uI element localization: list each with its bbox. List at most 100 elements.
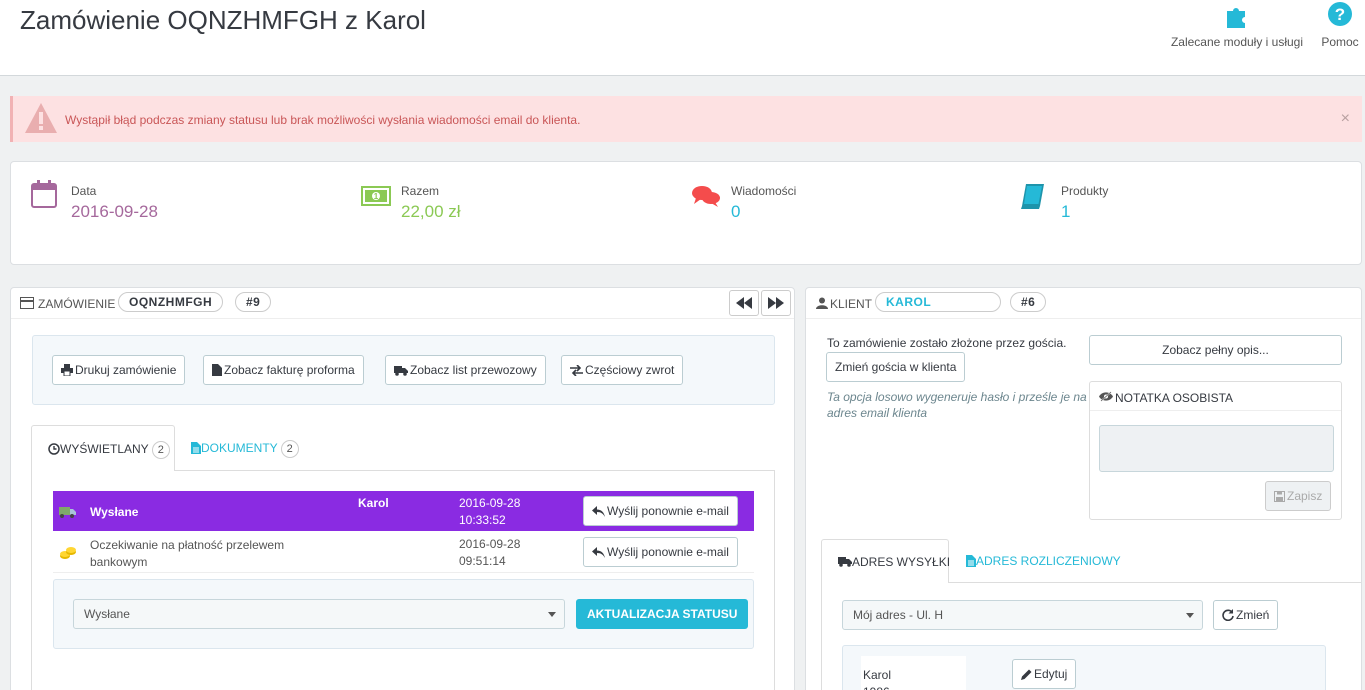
exchange-icon [570,364,583,377]
coins-icon [60,547,76,559]
svg-text:1: 1 [374,192,379,201]
tab-shipping-label: Adres wysyłki [852,555,951,569]
reply-icon [592,506,605,517]
alert-close-button[interactable]: × [1341,110,1350,128]
calendar-icon [31,180,57,208]
truck-icon [394,366,408,376]
document-icon [191,442,201,454]
next-order-button[interactable] [761,290,791,316]
order-status-select[interactable]: Wysłane [73,599,565,629]
print-order-label: Drukuj zamówienie [75,363,177,377]
partial-refund-button[interactable]: Częściowy zwrot [561,355,684,385]
tab-history[interactable]: Wyświetlany 2 [31,425,175,471]
private-note-panel: Notatka osobista Zapisz [1089,381,1342,520]
order-status-select-value: Wysłane [84,607,130,621]
chevron-down-icon [1186,613,1194,618]
edit-address-label: Edytuj [1034,667,1068,681]
convert-guest-button[interactable]: Zmień gościa w klienta [826,352,966,382]
history-row: Oczekiwanie na płatność przelewem bankow… [53,531,754,573]
order-panel: Zamówienie OQNZHMFGH #9 Drukuj zamówieni… [10,287,795,690]
tab-history-count: 2 [151,441,170,459]
tab-documents-count: 2 [280,440,299,458]
kpi-total-value: 22,00 zł [401,202,461,221]
customer-heading-label: Klient [830,297,873,311]
backward-icon [736,297,752,309]
error-alert: Wystąpił błąd podczas zmiany statusu lub… [10,96,1362,142]
print-order-button[interactable]: Drukuj zamówienie [52,355,186,385]
tab-shipping-content: Adres wysyłki [838,555,950,569]
history-status-name: Wysłane [90,505,139,519]
resend-email-button[interactable]: Wyślij ponownie e-mail [583,496,738,526]
kpi-date-label: Data [71,184,97,198]
file-icon [212,364,222,376]
address-select[interactable]: Mój adres - Ul. H [842,600,1203,630]
save-note-button[interactable]: Zapisz [1265,481,1332,511]
resend-email-button[interactable]: Wyślij ponownie e-mail [583,537,738,567]
private-note-heading: Notatka osobista [1090,382,1341,411]
document-icon [966,555,976,567]
guest-order-text: To zamówienie zostało złożone przez gośc… [827,336,1067,350]
update-status-button[interactable]: Aktualizacja statusu [576,599,749,629]
history-date: 2016-09-28 [459,537,521,551]
kpi-date-value: 2016-09-28 [71,202,158,221]
history-status-name: Oczekiwanie na płatność przelewem bankow… [90,538,285,569]
order-actions-well: Drukuj zamówienie Zobacz fakturę proform… [32,335,775,405]
page-header: Zamówienie OQNZHMFGH z Karol Zalecane mo… [0,0,1365,76]
recommended-modules-button[interactable]: Zalecane moduły i usługi [1162,0,1312,49]
address-name: Karol [863,668,892,682]
private-note-title: Notatka osobista [1115,391,1234,405]
book-icon [1021,184,1044,209]
tab-billing-content: Adres rozliczeniowy [966,554,1121,568]
delivery-slip-label: Zobacz list przewozowy [410,363,537,377]
save-icon [1274,491,1285,502]
refresh-icon [1222,609,1234,622]
alert-message: Wystąpił błąd podczas zmiany statusu lub… [65,113,581,127]
edit-address-button[interactable]: Edytuj [1012,659,1077,689]
private-note-textarea[interactable] [1099,425,1334,472]
money-icon: 1 [361,186,391,206]
tab-billing-label: Adres rozliczeniowy [976,554,1121,568]
customer-name-badge[interactable]: KAROL [875,292,1001,312]
help-icon: ? [1328,2,1352,26]
status-update-well: Wysłane Aktualizacja statusu [53,579,754,649]
address-text-block: Karol 1986 [861,656,966,690]
reply-icon [592,547,605,558]
chevron-down-icon [548,612,556,617]
order-id-badge: #9 [235,292,272,312]
clock-icon [48,443,60,455]
order-panel-heading: Zamówienie OQNZHMFGH #9 [11,288,794,319]
tab-shipping-address[interactable]: Adres wysyłki [821,539,950,583]
kpi-messages-value[interactable]: 0 [731,202,740,222]
recommended-modules-label: Zalecane moduły i usługi [1170,35,1304,49]
convert-guest-help: Ta opcja losowo wygeneruje hasło i prześ… [827,390,1087,420]
customer-panel-heading: Klient KAROL #6 [806,288,1361,319]
tab-billing-address[interactable]: Adres rozliczeniowy [966,554,1121,568]
change-address-label: Zmień [1236,608,1270,622]
resend-email-label: Wyślij ponownie e-mail [607,504,729,518]
tab-documents-label: Dokumenty [201,441,278,455]
address-line: 1986 [863,685,890,690]
order-heading-label: Zamówienie [38,297,116,311]
customer-id-badge: #6 [1010,292,1047,312]
customer-panel: Klient KAROL #6 To zamówienie zostało zł… [805,287,1362,690]
kpi-products-label: Produkty [1061,184,1109,198]
order-reference-badge: OQNZHMFGH [118,292,224,312]
warning-icon [25,103,57,133]
delivery-slip-button[interactable]: Zobacz list przewozowy [385,355,546,385]
tab-history-content: Wyświetlany 2 [48,441,170,459]
truck-icon [838,557,852,567]
tab-documents[interactable]: Dokumenty 2 [191,440,299,458]
history-time: 09:51:14 [459,554,506,568]
change-address-button[interactable]: Zmień [1213,600,1279,630]
forward-icon [768,297,784,309]
page-title: Zamówienie OQNZHMFGH z Karol [20,5,426,35]
address-details-well: Karol 1986 Edytuj [842,645,1326,690]
kpi-products-value[interactable]: 1 [1061,202,1070,222]
proforma-invoice-button[interactable]: Zobacz fakturę proforma [203,355,364,385]
view-full-details-button[interactable]: Zobacz pełny opis... [1089,335,1342,365]
help-button[interactable]: ? Pomoc [1316,0,1364,49]
history-row: Wysłane Karol 2016-09-28 10:33:52 Wyślij… [53,491,754,531]
proforma-invoice-label: Zobacz fakturę proforma [224,363,355,377]
previous-order-button[interactable] [729,290,759,316]
kpi-total-label: Razem [401,184,440,198]
